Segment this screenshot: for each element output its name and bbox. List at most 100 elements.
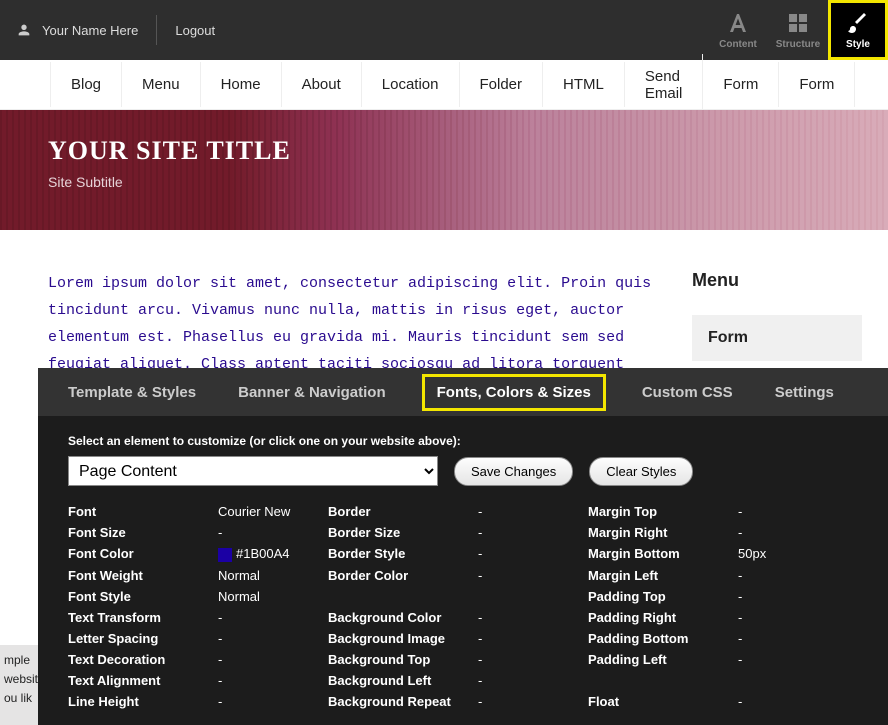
prop-value[interactable]: - (478, 504, 588, 519)
tab-banner-navigation[interactable]: Banner & Navigation (232, 374, 392, 411)
prop-value[interactable]: - (218, 694, 328, 709)
prop-value[interactable]: - (478, 694, 588, 709)
prop-value[interactable]: - (738, 589, 798, 604)
prop-label: Background Image (328, 631, 478, 646)
left-fragment: mple websit ou lik (0, 645, 40, 725)
nav-item[interactable]: Folder (460, 62, 544, 107)
nav-item[interactable]: Location (362, 62, 460, 107)
save-changes-button[interactable]: Save Changes (454, 457, 573, 486)
prop-label: Margin Right (588, 525, 738, 540)
editor-body: Select an element to customize (or click… (38, 416, 888, 725)
prop-label: Margin Bottom (588, 546, 738, 562)
nav-item[interactable]: Form (703, 62, 779, 107)
prop-value[interactable]: Normal (218, 568, 328, 583)
prop-value[interactable]: - (738, 652, 798, 667)
nav-item[interactable]: Send Email (625, 54, 704, 116)
prop-value[interactable]: Courier New (218, 504, 328, 519)
prop-label: Border Size (328, 525, 478, 540)
prop-label: Font Size (68, 525, 218, 540)
prop-label: Font Color (68, 546, 218, 562)
tab-settings[interactable]: Settings (769, 374, 840, 411)
prop-value[interactable]: 50px (738, 546, 798, 562)
prop-value[interactable]: - (218, 631, 328, 646)
prop-value[interactable]: Normal (218, 589, 328, 604)
frag-line: websit (4, 670, 36, 689)
prop-value[interactable]: - (738, 694, 798, 709)
font-a-icon (726, 11, 750, 35)
prop-value[interactable]: - (218, 652, 328, 667)
nav-item[interactable]: HTML (543, 62, 625, 107)
nav-item[interactable]: About (282, 62, 362, 107)
prop-label: Font Style (68, 589, 218, 604)
prop-value[interactable]: - (738, 525, 798, 540)
prop-label: Line Height (68, 694, 218, 709)
prop-value[interactable]: - (738, 631, 798, 646)
content-button[interactable]: Content (708, 0, 768, 60)
blocks-icon (786, 11, 810, 35)
prop-label: Text Transform (68, 610, 218, 625)
logout-link[interactable]: Logout (175, 23, 215, 38)
editor-tabs: Template & Styles Banner & Navigation Fo… (38, 368, 888, 416)
clear-styles-button[interactable]: Clear Styles (589, 457, 693, 486)
avatar-icon (16, 22, 32, 38)
prop-value[interactable]: #1B00A4 (218, 546, 328, 562)
prop-label: Text Decoration (68, 652, 218, 667)
banner: YOUR SITE TITLE Site Subtitle (0, 110, 888, 230)
prop-value[interactable]: - (478, 568, 588, 583)
prop-label: Background Repeat (328, 694, 478, 709)
structure-button[interactable]: Structure (768, 0, 828, 60)
element-select[interactable]: Page Content (68, 456, 438, 486)
prop-label (588, 673, 738, 688)
prop-label: Background Color (328, 610, 478, 625)
prop-value[interactable]: - (218, 610, 328, 625)
prop-value[interactable]: - (478, 525, 588, 540)
topbar: Your Name Here Logout Content Structure … (0, 0, 888, 60)
prop-value[interactable]: - (478, 673, 588, 688)
frag-line: mple (4, 651, 36, 670)
site-subtitle[interactable]: Site Subtitle (48, 174, 840, 190)
prop-value (738, 673, 798, 688)
prop-label: Padding Top (588, 589, 738, 604)
prop-label: Float (588, 694, 738, 709)
sidebar-title: Menu (692, 270, 862, 291)
editor-panel: Template & Styles Banner & Navigation Fo… (38, 368, 888, 725)
tab-template-styles[interactable]: Template & Styles (62, 374, 202, 411)
site-title[interactable]: YOUR SITE TITLE (48, 136, 840, 166)
prop-label: Padding Left (588, 652, 738, 667)
nav-item[interactable]: Form (779, 62, 855, 107)
prop-label: Margin Top (588, 504, 738, 519)
prop-label (328, 589, 478, 604)
prop-value[interactable]: - (478, 652, 588, 667)
prop-value[interactable]: - (218, 525, 328, 540)
prop-label: Background Left (328, 673, 478, 688)
sidebar-widget[interactable]: Form (692, 315, 862, 361)
prop-label: Border Color (328, 568, 478, 583)
divider (156, 15, 157, 45)
nav-item[interactable]: Home (201, 62, 282, 107)
frag-line: ou lik (4, 689, 36, 708)
editor-controls: Page Content Save Changes Clear Styles (68, 456, 858, 486)
prop-label: Background Top (328, 652, 478, 667)
style-label: Style (846, 39, 870, 50)
prop-value[interactable]: - (218, 673, 328, 688)
tab-fonts-colors-sizes[interactable]: Fonts, Colors & Sizes (422, 374, 606, 411)
properties-grid: Font Courier New Border - Margin Top - F… (68, 504, 858, 709)
prop-value[interactable]: - (478, 546, 588, 562)
prop-value[interactable]: - (738, 504, 798, 519)
prop-label: Margin Left (588, 568, 738, 583)
color-hex: #1B00A4 (236, 546, 290, 561)
prop-value[interactable]: - (738, 610, 798, 625)
prop-label: Font Weight (68, 568, 218, 583)
prop-label: Padding Right (588, 610, 738, 625)
style-button[interactable]: Style (828, 0, 888, 60)
prop-value[interactable]: - (478, 610, 588, 625)
prop-label: Letter Spacing (68, 631, 218, 646)
site-nav: Blog Menu Home About Location Folder HTM… (0, 60, 888, 110)
nav-item[interactable]: Menu (122, 62, 201, 107)
prop-value[interactable]: - (738, 568, 798, 583)
content-label: Content (719, 39, 757, 50)
nav-item[interactable]: Blog (50, 62, 122, 107)
structure-label: Structure (776, 39, 820, 50)
tab-custom-css[interactable]: Custom CSS (636, 374, 739, 411)
prop-value[interactable]: - (478, 631, 588, 646)
